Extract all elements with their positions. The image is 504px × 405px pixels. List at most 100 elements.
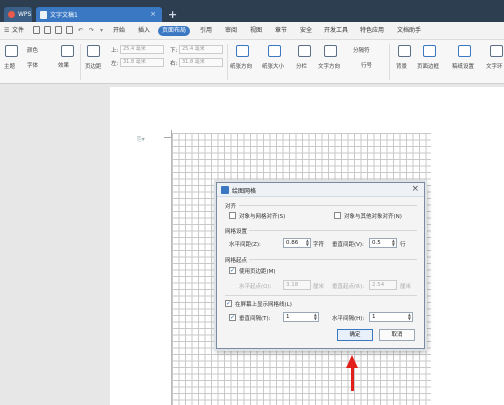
line-numbers-button[interactable]: 行号 xyxy=(361,61,372,69)
grid-origin-section-label: 网格起点 xyxy=(225,258,248,264)
margins-icon[interactable] xyxy=(87,45,100,57)
dialog-close-icon[interactable]: × xyxy=(411,184,419,194)
quick-access-more-icon[interactable]: ▾ xyxy=(100,26,103,36)
undo-icon[interactable]: ↶ xyxy=(78,26,83,36)
grid-settings-section-label: 网格设置 xyxy=(225,229,248,235)
left-margin-field[interactable]: 31.8 毫米 xyxy=(120,58,164,67)
show-gridlines-checkbox[interactable]: ✓ xyxy=(225,300,232,307)
bottom-margin-label: 下: xyxy=(170,48,178,54)
tab-view[interactable]: 视图 xyxy=(250,26,262,36)
tab-assistant[interactable]: 文档助手 xyxy=(397,26,421,36)
effects-icon[interactable] xyxy=(61,45,74,57)
effects-button[interactable]: 效果 xyxy=(58,61,69,69)
h-spacing-value: 0.86 xyxy=(286,240,299,246)
snap-to-objects-label: 对象与其他对象对齐(N) xyxy=(344,214,402,220)
left-margin-label: 左: xyxy=(111,61,119,67)
tab-close-icon[interactable]: × xyxy=(150,10,156,18)
snap-to-grid-checkbox[interactable] xyxy=(229,212,236,219)
background-button[interactable]: 背景 xyxy=(396,62,407,70)
dialog-title: 绘图网格 xyxy=(232,188,257,195)
use-margins-checkbox[interactable]: ✓ xyxy=(229,267,236,274)
wps-logo-icon xyxy=(8,11,15,18)
v-spacing-label: 垂直间距(V): xyxy=(332,242,364,248)
vertical-every-input[interactable]: 1 ▲ ▼ xyxy=(283,312,319,322)
snap-to-objects-checkbox[interactable] xyxy=(334,212,341,219)
h-origin-unit: 厘米 xyxy=(313,284,325,290)
file-menu[interactable]: 文件 xyxy=(12,26,24,36)
tab-special[interactable]: 特色应用 xyxy=(360,26,384,36)
menu-icon[interactable]: ☰ xyxy=(4,26,9,36)
show-gridlines-label: 在屏幕上显示网格线(L) xyxy=(235,302,292,308)
page-border-icon[interactable] xyxy=(423,45,436,57)
h-spacing-unit[interactable]: 字符 xyxy=(313,240,324,248)
new-tab-button[interactable]: + xyxy=(168,8,177,21)
ribbon-toolbar: 主题 颜色 字体 效果 页边距 上: 25.4 毫米 左: 31.8 毫米 下:… xyxy=(0,40,504,84)
fonts-button[interactable]: 字体 xyxy=(27,61,38,69)
save-icon[interactable] xyxy=(33,26,40,34)
snap-to-grid-label: 对象与网格对齐(S) xyxy=(239,214,286,220)
text-direction-icon[interactable] xyxy=(324,45,337,57)
right-margin-label: 右: xyxy=(170,61,178,67)
v-spacing-value: 0.5 xyxy=(372,240,381,246)
horizontal-every-label: 水平间隔(H): xyxy=(332,316,365,322)
dialog-app-icon xyxy=(221,186,229,194)
cancel-button[interactable]: 取消 xyxy=(379,329,415,341)
v-spacing-input[interactable]: 0.5 ▲ ▼ xyxy=(369,238,397,248)
page-border-button[interactable]: 页面边框 xyxy=(417,62,439,70)
tab-references[interactable]: 引用 xyxy=(200,26,212,36)
theme-icon[interactable] xyxy=(5,45,18,57)
orientation-button[interactable]: 纸张方向 xyxy=(230,62,252,70)
tab-security[interactable]: 安全 xyxy=(300,26,312,36)
v-origin-input[interactable]: 2.54 xyxy=(369,280,397,290)
print-icon[interactable] xyxy=(44,26,51,34)
section-divider xyxy=(249,259,417,260)
redo-icon[interactable]: ↷ xyxy=(89,26,94,36)
h-origin-input[interactable]: 3.18 xyxy=(283,280,311,290)
spinner-icon[interactable]: ▲ ▼ xyxy=(306,239,309,247)
title-bar: WPS 文字文稿1 × + xyxy=(0,0,504,22)
tab-page-layout[interactable]: 页面布局 xyxy=(158,26,191,36)
manuscript-icon[interactable] xyxy=(458,45,471,57)
wrap-button[interactable]: 文字环 xyxy=(486,62,503,70)
columns-icon[interactable] xyxy=(298,45,311,57)
tab-home[interactable]: 开始 xyxy=(113,26,125,36)
document-icon xyxy=(40,10,47,19)
v-spacing-unit[interactable]: 行 xyxy=(400,240,406,248)
vertical-every-value: 1 xyxy=(286,314,290,320)
colors-button[interactable]: 颜色 xyxy=(27,46,38,54)
top-margin-field[interactable]: 25.4 毫米 xyxy=(120,45,164,54)
spinner-icon[interactable]: ▲ ▼ xyxy=(408,313,411,321)
theme-button[interactable]: 主题 xyxy=(4,62,15,70)
tab-developer[interactable]: 开发工具 xyxy=(324,26,348,36)
h-spacing-input[interactable]: 0.86 ▲ ▼ xyxy=(283,238,311,248)
spinner-icon[interactable]: ▲ ▼ xyxy=(392,239,395,247)
background-icon[interactable] xyxy=(398,45,411,57)
columns-button[interactable]: 分栏 xyxy=(296,62,307,70)
right-margin-field[interactable]: 31.8 毫米 xyxy=(179,58,223,67)
bottom-margin-field[interactable]: 25.4 毫米 xyxy=(179,45,223,54)
tab-review[interactable]: 审阅 xyxy=(225,26,237,36)
text-direction-button[interactable]: 文字方向 xyxy=(318,62,340,70)
size-button[interactable]: 纸张大小 xyxy=(262,62,284,70)
size-icon[interactable] xyxy=(268,45,281,57)
export-icon[interactable] xyxy=(66,26,73,34)
tab-document[interactable]: 文字文稿1 × xyxy=(36,7,162,22)
paragraph-icon[interactable]: ⎘▾ xyxy=(137,136,145,144)
dialog-title-bar: 绘图网格 × xyxy=(217,183,424,197)
v-origin-label: 垂直起点(R): xyxy=(332,284,364,290)
margins-button[interactable]: 页边距 xyxy=(85,62,102,70)
breaks-button[interactable]: 分隔符 xyxy=(353,46,370,54)
wrap-icon[interactable] xyxy=(490,45,503,57)
vertical-every-label: 垂直间隔(T): xyxy=(239,316,271,322)
tab-insert[interactable]: 插入 xyxy=(138,26,150,36)
tab-chapter[interactable]: 章节 xyxy=(275,26,287,36)
ok-button[interactable]: 确定 xyxy=(337,329,373,341)
section-divider xyxy=(249,230,417,231)
vertical-every-checkbox[interactable]: ✓ xyxy=(229,314,236,321)
orientation-icon[interactable] xyxy=(236,45,249,57)
tab-wps[interactable]: WPS xyxy=(4,7,32,22)
spinner-icon[interactable]: ▲ ▼ xyxy=(314,313,317,321)
manuscript-button[interactable]: 稿纸设置 xyxy=(452,62,474,70)
preview-icon[interactable] xyxy=(55,26,62,34)
horizontal-every-input[interactable]: 1 ▲ ▼ xyxy=(369,312,413,322)
